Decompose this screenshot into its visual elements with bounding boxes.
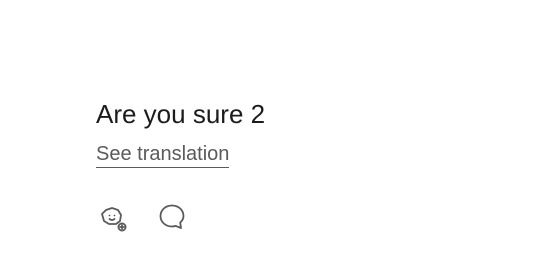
react-icon bbox=[101, 207, 127, 232]
see-translation-link[interactable]: See translation bbox=[96, 142, 230, 168]
reply-icon bbox=[159, 204, 185, 229]
post-text: Are you sure 2 bbox=[96, 99, 266, 129]
reply-button[interactable] bbox=[156, 200, 190, 234]
post-actions bbox=[96, 200, 265, 234]
post-container: Are you sure 2 See translation bbox=[96, 96, 265, 234]
page: Are you sure 2 See translation bbox=[0, 0, 540, 270]
react-button[interactable] bbox=[96, 200, 130, 234]
